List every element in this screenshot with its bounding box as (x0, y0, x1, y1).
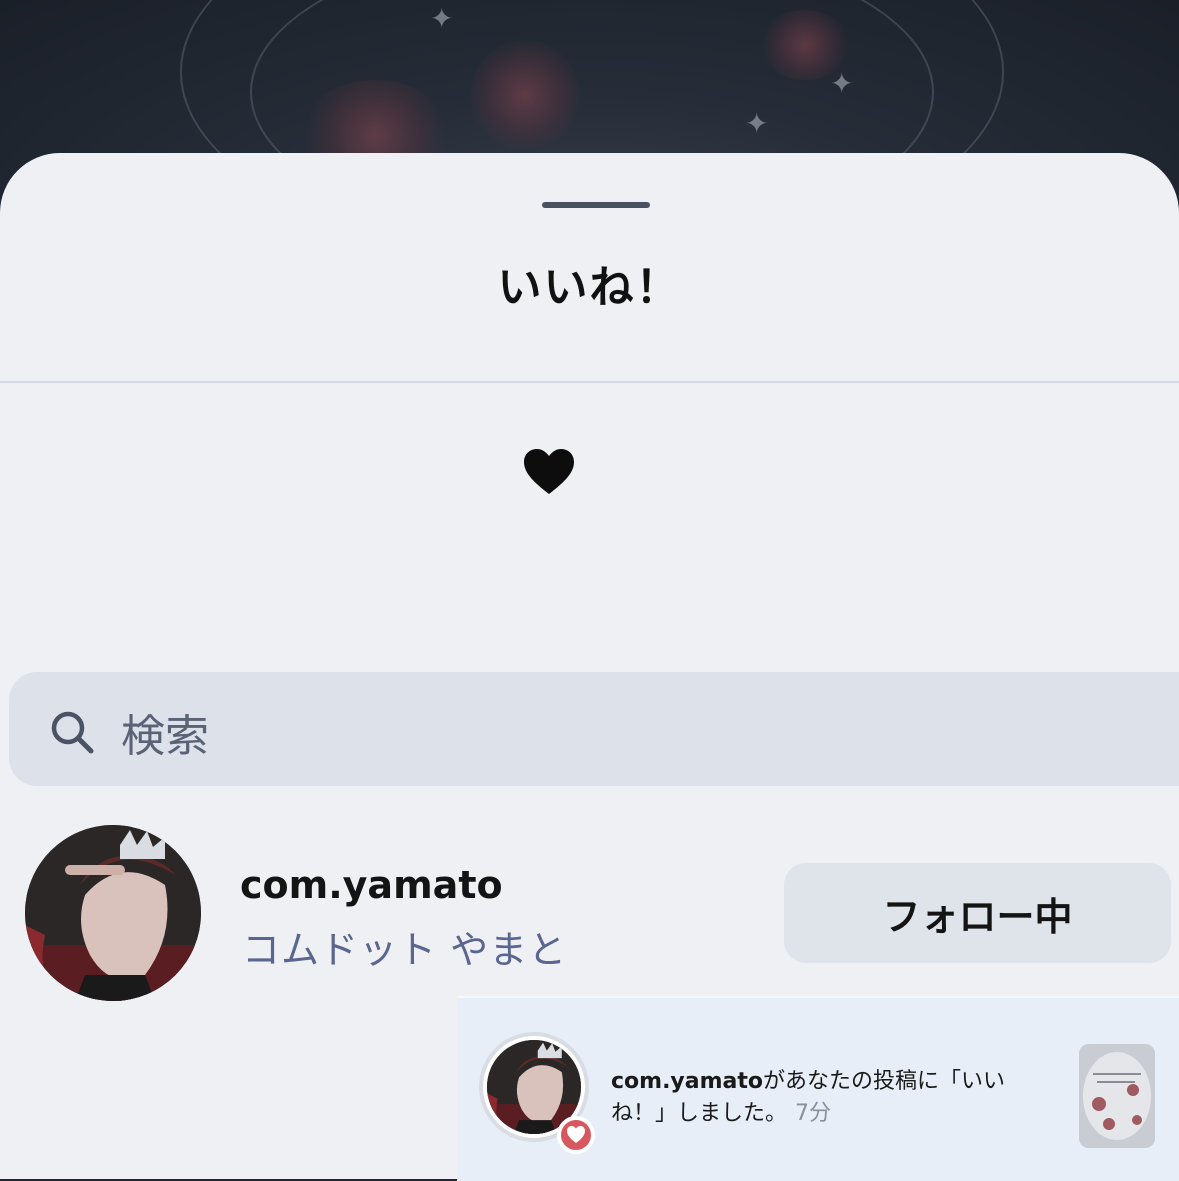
list-item[interactable]: com.yamato コムドット やまと フォロー中 (0, 825, 1179, 1005)
notification-username[interactable]: com.yamato (611, 1069, 763, 1094)
search-icon (51, 711, 94, 754)
search-placeholder: 検索 (121, 711, 209, 762)
heart-badge-icon (557, 1116, 595, 1154)
sparkle-decoration: ✦ (745, 107, 769, 140)
heart-icon (522, 448, 576, 496)
following-button[interactable]: フォロー中 (784, 863, 1171, 963)
notification-text: com.yamatoがあなたの投稿に「いいね！」しました。 7分 (611, 1066, 1051, 1130)
sparkle-decoration: ✦ (430, 2, 454, 35)
avatar[interactable] (25, 825, 201, 1001)
search-input[interactable]: 検索 (9, 672, 1179, 786)
display-name: コムドット やまと (242, 928, 568, 972)
notification-banner[interactable]: com.yamatoがあなたの投稿に「いいね！」しました。 7分 (457, 996, 1179, 1181)
notification-time: 7分 (795, 1101, 832, 1126)
username[interactable]: com.yamato (240, 863, 503, 907)
post-thumbnail[interactable] (1079, 1044, 1155, 1148)
sparkle-decoration: ✦ (830, 67, 854, 100)
header-divider (0, 381, 1179, 383)
rose-decoration (470, 40, 580, 150)
sheet-grabber[interactable] (542, 202, 650, 208)
sheet-title: いいね！ (497, 262, 682, 313)
